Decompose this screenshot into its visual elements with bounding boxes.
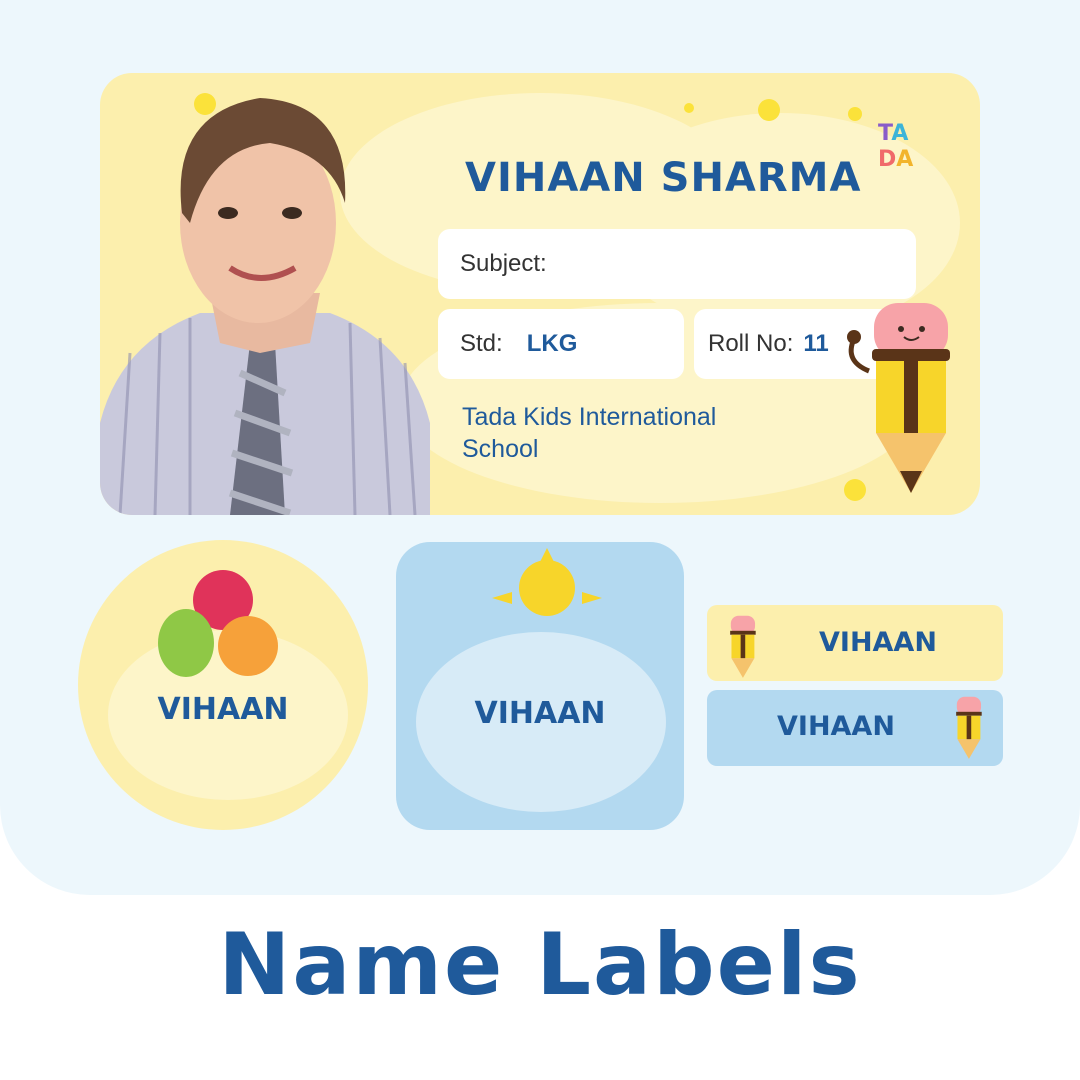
student-name: VIHAAN SHARMA [465, 155, 862, 201]
std-label: Std: [460, 330, 503, 357]
roll-value: 11 [803, 330, 829, 357]
page-title: Name Labels [218, 915, 862, 1015]
subject-field: Subject: [438, 229, 916, 299]
strip-name-label-blue: VIHAAN [707, 690, 1003, 766]
pencil-mascot-icon [956, 696, 982, 759]
strip-label-name: VIHAAN [819, 627, 937, 658]
subject-label: Subject: [460, 250, 547, 277]
sun-icon [492, 548, 602, 616]
round-label-name: VIHAAN [157, 692, 289, 727]
dot-decoration [848, 107, 862, 121]
std-field: Std: LKG [438, 309, 684, 379]
pencil-mascot-icon [730, 615, 756, 678]
main-name-card: TA DA VIHAAN SHARMA Subject: Std: LKG Ro… [100, 73, 980, 515]
student-photo [100, 98, 430, 515]
roll-label: Roll No: [708, 330, 794, 357]
square-name-label: VIHAAN [396, 542, 684, 830]
pencil-mascot-icon [847, 303, 950, 493]
strip-name-label-yellow: VIHAAN [707, 605, 1003, 681]
dot-decoration [684, 103, 694, 113]
strip-label-name: VIHAAN [777, 711, 895, 742]
tada-logo: TA DA [878, 121, 914, 172]
round-name-label: VIHAAN [78, 540, 368, 830]
dot-decoration [758, 99, 780, 121]
fruits-icon [158, 570, 278, 677]
std-value: LKG [526, 330, 578, 357]
square-label-name: VIHAAN [474, 696, 606, 731]
school-name: Tada Kids International School [462, 403, 717, 463]
